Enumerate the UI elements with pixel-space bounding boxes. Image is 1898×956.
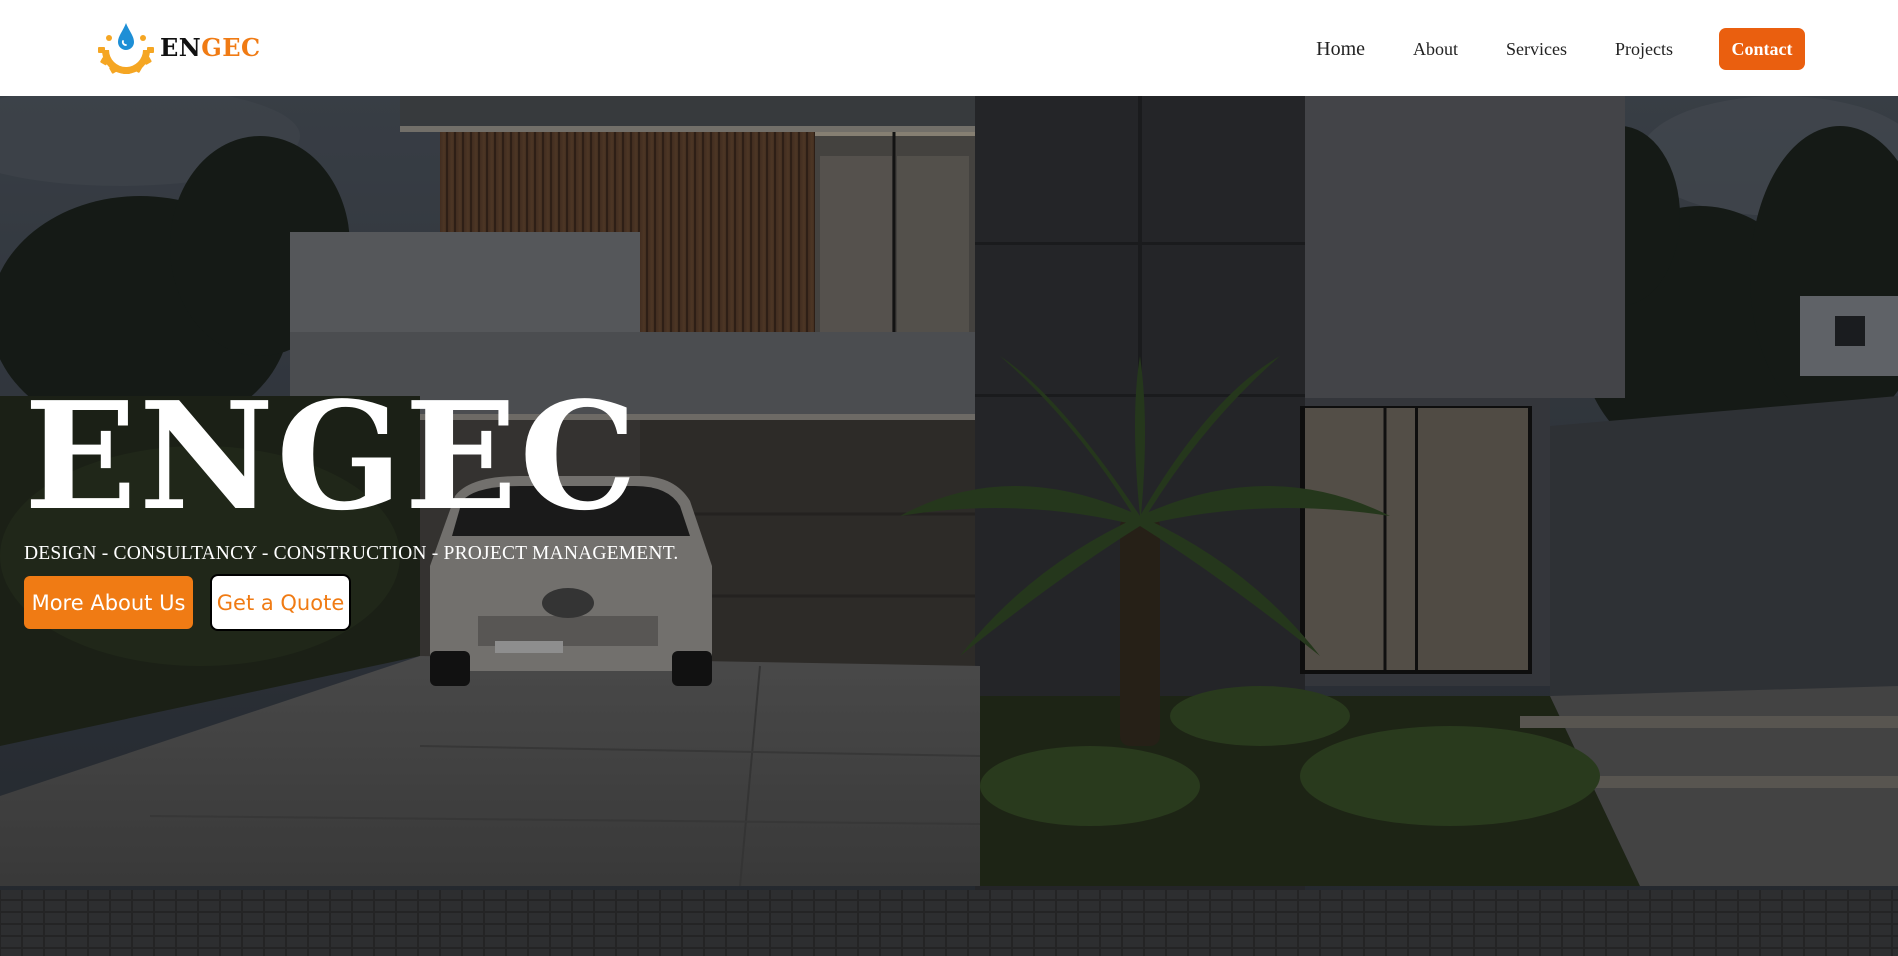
hero-title: ENGEC [24, 369, 640, 543]
contact-button[interactable]: Contact [1719, 28, 1805, 70]
nav-services-link[interactable]: Services [1506, 39, 1567, 60]
hero-section: ENGEC DESIGN - CONSULTANCY - CONSTRUCTIO… [0, 96, 1898, 956]
logo[interactable]: ENGEC [96, 20, 261, 74]
main-nav: Home About Services Projects Contact [1316, 28, 1805, 70]
gear-water-drop-icon [98, 23, 154, 74]
logo-text-dark: EN [160, 32, 202, 62]
more-about-us-button[interactable]: More About Us [24, 576, 193, 629]
logo-text: ENGEC [160, 33, 261, 62]
logo-text-accent: GEC [201, 32, 261, 62]
nav-about-link[interactable]: About [1413, 39, 1458, 60]
nav-home-link[interactable]: Home [1316, 38, 1365, 61]
hero-tagline: DESIGN - CONSULTANCY - CONSTRUCTION - PR… [24, 543, 679, 564]
get-a-quote-button[interactable]: Get a Quote [210, 574, 351, 631]
nav-projects-link[interactable]: Projects [1615, 39, 1673, 60]
site-header: ENGEC Home About Services Projects Conta… [0, 0, 1898, 96]
